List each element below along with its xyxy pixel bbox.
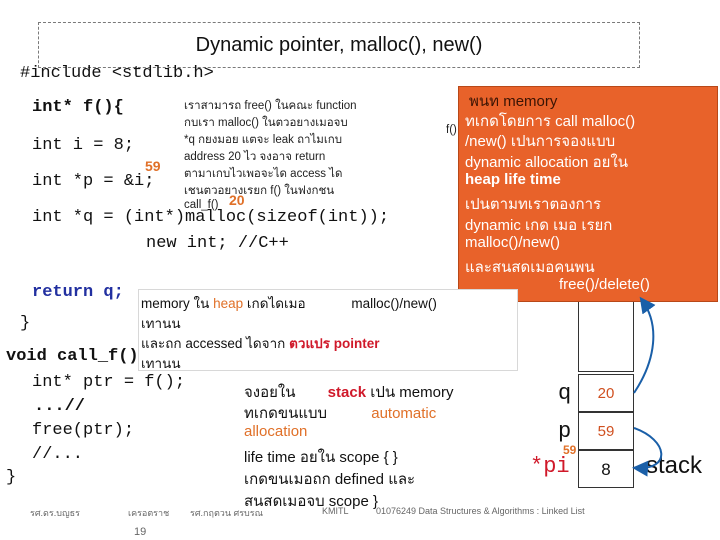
- pointer-arrows: [632, 296, 663, 477]
- footer-course: 01076249 Data Structures & Algorithms : …: [376, 506, 585, 516]
- footer-author-3: รศ.กฤตวน ศรบรณ: [190, 508, 263, 518]
- footer-org: KMITL: [322, 506, 349, 516]
- page-number: 19: [134, 526, 147, 538]
- footer-author-1: รศ.ดร.บญธร: [30, 508, 80, 518]
- footer-author-2: เครอตราช: [128, 508, 170, 518]
- p-to-i-arrow: [632, 427, 663, 477]
- q-to-heap-arrow: [633, 296, 656, 394]
